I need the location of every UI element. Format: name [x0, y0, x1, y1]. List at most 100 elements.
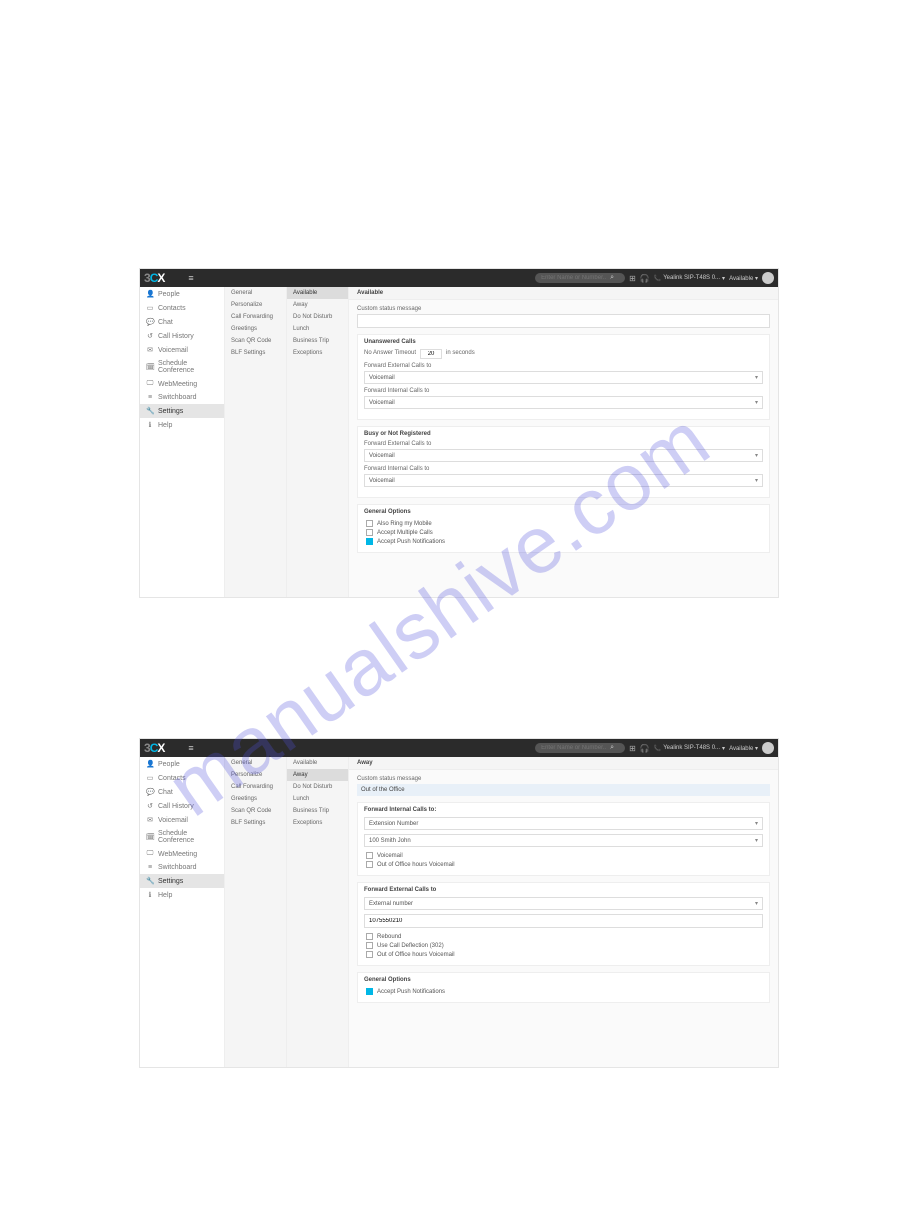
nav-settings[interactable]: 🔧Settings: [140, 874, 224, 888]
caret-icon: ▾: [755, 374, 758, 381]
chat-icon: 💬: [146, 788, 154, 796]
panel-title: Away: [349, 757, 778, 770]
caret-icon: ▾: [755, 452, 758, 459]
subnav-general[interactable]: General: [225, 757, 286, 769]
status-business-trip[interactable]: Business Trip: [287, 335, 348, 347]
subnav-scan-qr[interactable]: Scan QR Code: [225, 335, 286, 347]
dialpad-icon[interactable]: ⊞: [629, 274, 636, 283]
status-away[interactable]: Away: [287, 769, 348, 781]
search-icon[interactable]: ⌕: [610, 744, 614, 752]
no-answer-timeout-input[interactable]: [420, 349, 442, 359]
checkbox-icon: [366, 520, 373, 527]
avatar[interactable]: [762, 742, 774, 754]
search-input[interactable]: [541, 745, 606, 751]
search-icon[interactable]: ⌕: [610, 274, 614, 282]
caret-icon: ▾: [755, 820, 758, 827]
internal-type-select[interactable]: Extension Number▾: [364, 817, 763, 830]
nav-voicemail[interactable]: ✉Voicemail: [140, 813, 224, 827]
nav-help[interactable]: ℹHelp: [140, 418, 224, 432]
search-box[interactable]: ⌕: [535, 273, 625, 283]
external-type-select[interactable]: External number▾: [364, 897, 763, 910]
subnav-blf[interactable]: BLF Settings: [225, 817, 286, 829]
opt-internal-voicemail[interactable]: Voicemail: [366, 851, 763, 860]
dialpad-icon[interactable]: ⊞: [629, 744, 636, 753]
avatar[interactable]: [762, 272, 774, 284]
app-window-away: 3CX ≡ ⌕ ⊞ 🎧 📞Yealink SIP-T48S 0...▾ Avai…: [139, 738, 779, 1068]
card-title-unanswered: Unanswered Calls: [364, 339, 763, 345]
status-selector[interactable]: Available ▾: [729, 745, 758, 752]
status-lunch[interactable]: Lunch: [287, 323, 348, 335]
opt-internal-ooh-vm[interactable]: Out of Office hours Voicemail: [366, 860, 763, 869]
nav-webmeeting[interactable]: 🖵WebMeeting: [140, 377, 224, 391]
monitor-icon: 🖵: [146, 380, 154, 388]
busy-fwd-ext-select[interactable]: Voicemail▾: [364, 449, 763, 462]
device-selector[interactable]: 📞Yealink SIP-T48S 0...▾: [654, 745, 725, 752]
internal-ext-select[interactable]: 100 Smith John▾: [364, 834, 763, 847]
search-input[interactable]: [541, 275, 606, 281]
card-title-general: General Options: [364, 509, 763, 515]
info-icon: ℹ: [146, 421, 154, 429]
settings-subnav: General Personalize Call Forwarding Gree…: [225, 287, 287, 597]
nav-contacts[interactable]: ▭Contacts: [140, 771, 224, 785]
menu-icon[interactable]: ≡: [188, 743, 193, 753]
custom-status-label: Custom status message: [357, 776, 770, 782]
menu-icon[interactable]: ≡: [188, 273, 193, 283]
nav-chat[interactable]: 💬Chat: [140, 785, 224, 799]
subnav-personalize[interactable]: Personalize: [225, 769, 286, 781]
caret-icon: ▾: [755, 837, 758, 844]
custom-status-input[interactable]: [357, 314, 770, 328]
nav-voicemail[interactable]: ✉Voicemail: [140, 343, 224, 357]
status-away[interactable]: Away: [287, 299, 348, 311]
opt-rebound[interactable]: Rebound: [366, 932, 763, 941]
subnav-blf[interactable]: BLF Settings: [225, 347, 286, 359]
opt-push-notifications[interactable]: Accept Push Notifications: [366, 537, 763, 546]
nav-schedule-conference[interactable]: 🗓Schedule Conference: [140, 357, 224, 377]
nav-chat[interactable]: 💬Chat: [140, 315, 224, 329]
headset-icon[interactable]: 🎧: [640, 744, 650, 753]
headset-icon[interactable]: 🎧: [640, 274, 650, 283]
nav-call-history[interactable]: ↺Call History: [140, 329, 224, 343]
status-available[interactable]: Available: [287, 287, 348, 299]
nav-help[interactable]: ℹHelp: [140, 888, 224, 902]
opt-push-notifications[interactable]: Accept Push Notifications: [366, 987, 763, 996]
subnav-general[interactable]: General: [225, 287, 286, 299]
external-number-input[interactable]: [364, 914, 763, 928]
subnav-scan-qr[interactable]: Scan QR Code: [225, 805, 286, 817]
subnav-call-forwarding[interactable]: Call Forwarding: [225, 311, 286, 323]
search-box[interactable]: ⌕: [535, 743, 625, 753]
device-selector[interactable]: 📞Yealink SIP-T48S 0...▾: [654, 275, 725, 282]
opt-external-ooh-vm[interactable]: Out of Office hours Voicemail: [366, 950, 763, 959]
status-dnd[interactable]: Do Not Disturb: [287, 311, 348, 323]
subnav-greetings[interactable]: Greetings: [225, 793, 286, 805]
nav-webmeeting[interactable]: 🖵WebMeeting: [140, 847, 224, 861]
caret-icon: ▾: [755, 399, 758, 406]
nav-call-history[interactable]: ↺Call History: [140, 799, 224, 813]
opt-multiple-calls[interactable]: Accept Multiple Calls: [366, 528, 763, 537]
nav-schedule-conference[interactable]: 🗓Schedule Conference: [140, 827, 224, 847]
switchboard-icon: ≡: [146, 394, 154, 401]
status-business-trip[interactable]: Business Trip: [287, 805, 348, 817]
opt-ring-mobile[interactable]: Also Ring my Mobile: [366, 519, 763, 528]
status-exceptions[interactable]: Exceptions: [287, 817, 348, 829]
fwd-ext-select[interactable]: Voicemail▾: [364, 371, 763, 384]
status-lunch[interactable]: Lunch: [287, 793, 348, 805]
subnav-call-forwarding[interactable]: Call Forwarding: [225, 781, 286, 793]
nav-settings[interactable]: 🔧Settings: [140, 404, 224, 418]
no-answer-timeout-label: No Answer Timeout: [364, 350, 416, 356]
fwd-int-select[interactable]: Voicemail▾: [364, 396, 763, 409]
status-available[interactable]: Available: [287, 757, 348, 769]
busy-fwd-int-select[interactable]: Voicemail▾: [364, 474, 763, 487]
subnav-personalize[interactable]: Personalize: [225, 299, 286, 311]
nav-people[interactable]: 👤People: [140, 287, 224, 301]
nav-people[interactable]: 👤People: [140, 757, 224, 771]
subnav-greetings[interactable]: Greetings: [225, 323, 286, 335]
card-title-general: General Options: [364, 977, 763, 983]
status-selector[interactable]: Available ▾: [729, 275, 758, 282]
status-dnd[interactable]: Do Not Disturb: [287, 781, 348, 793]
custom-status-value[interactable]: Out of the Office: [357, 784, 770, 796]
status-exceptions[interactable]: Exceptions: [287, 347, 348, 359]
nav-switchboard[interactable]: ≡Switchboard: [140, 391, 224, 404]
nav-switchboard[interactable]: ≡Switchboard: [140, 861, 224, 874]
opt-call-deflection[interactable]: Use Call Deflection (302): [366, 941, 763, 950]
nav-contacts[interactable]: ▭Contacts: [140, 301, 224, 315]
